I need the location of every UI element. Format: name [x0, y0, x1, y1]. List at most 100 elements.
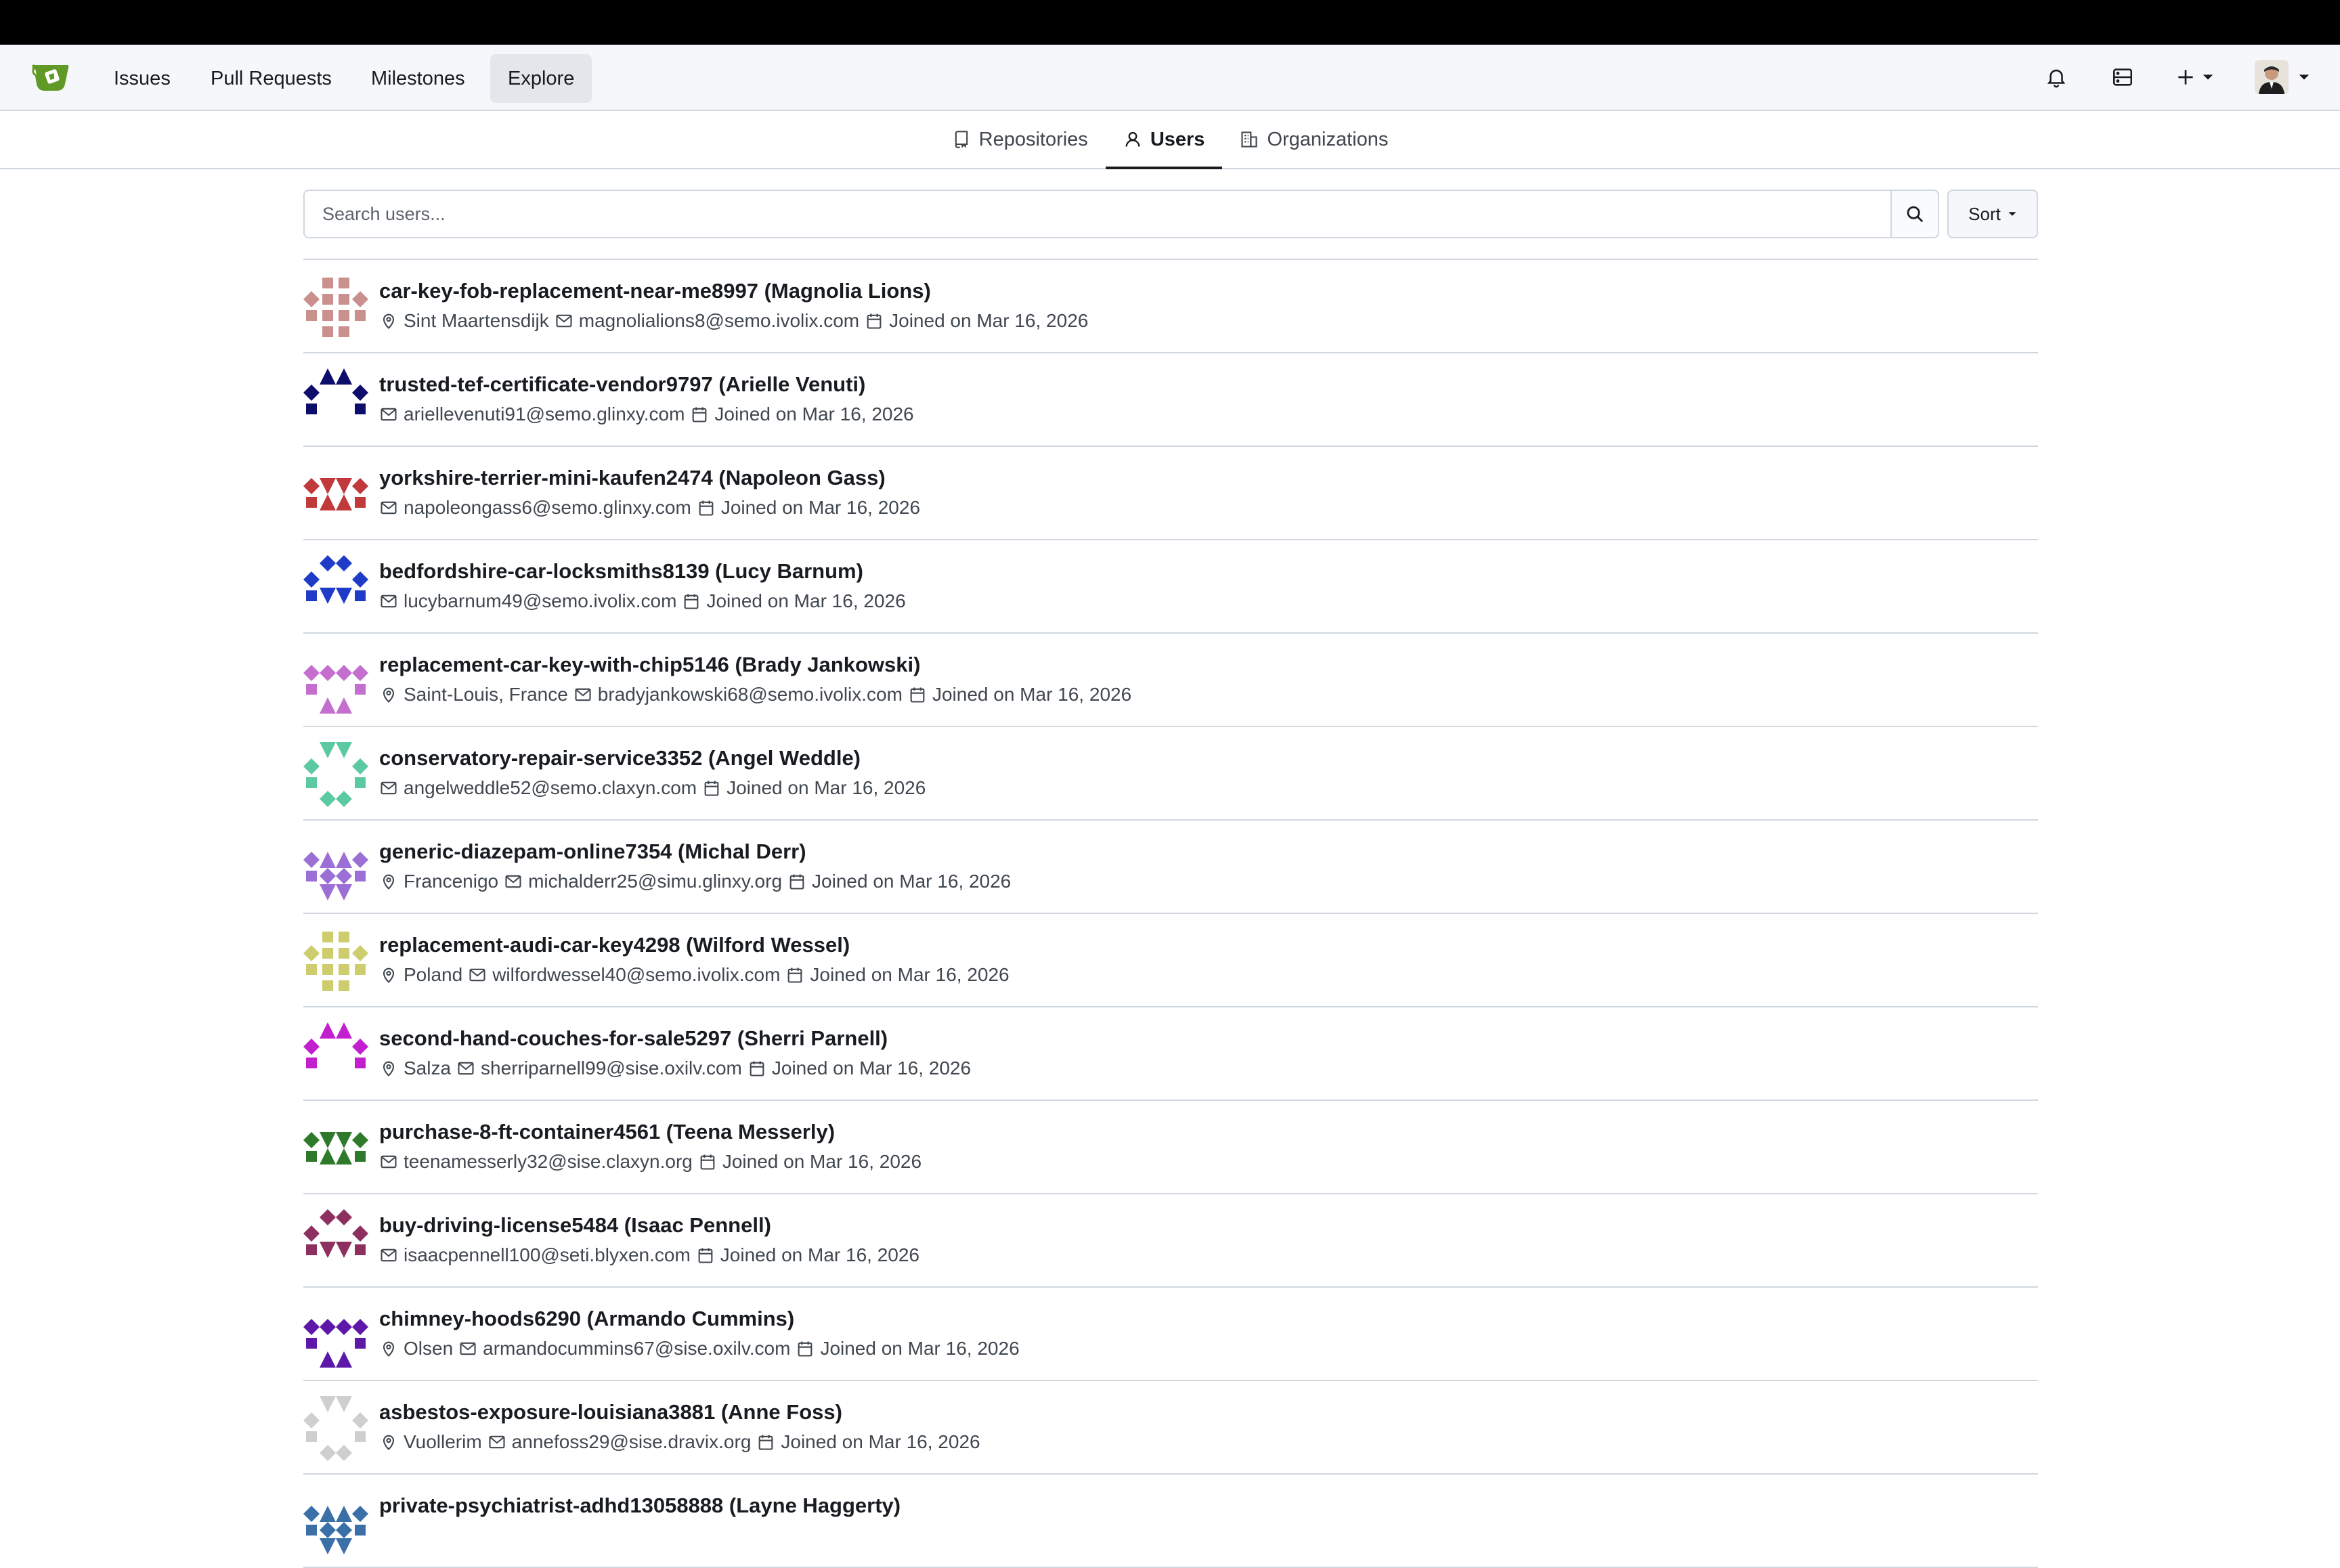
avatar[interactable] [303, 275, 368, 340]
avatar[interactable] [303, 929, 368, 994]
email-text[interactable]: bradyjankowski68@semo.ivolix.com [598, 684, 903, 705]
user-email[interactable]: bradyjankowski68@semo.ivolix.com [573, 684, 903, 705]
explore-tabs: Repositories Users Organizations [0, 111, 2340, 169]
list-item: buy-driving-license5484 (Isaac Pennell) i… [303, 1194, 2038, 1288]
list-item: car-key-fob-replacement-near-me8997 (Mag… [303, 260, 2038, 353]
user-name-link[interactable]: asbestos-exposure-louisiana3881 (Anne Fo… [379, 1400, 842, 1424]
organization-icon [1241, 131, 1257, 148]
user-name-link[interactable]: second-hand-couches-for-sale5297 (Sherri… [379, 1026, 888, 1051]
sort-dropdown[interactable]: Sort [1947, 190, 2038, 238]
email-text[interactable]: annefoss29@sise.dravix.org [512, 1431, 752, 1453]
email-text[interactable]: wilfordwessel40@semo.ivolix.com [492, 964, 780, 986]
caret-down-icon [2203, 74, 2213, 80]
avatar[interactable] [303, 835, 368, 900]
user-email[interactable]: isaacpennell100@seti.blyxen.com [379, 1244, 691, 1266]
user-email[interactable]: napoleongass6@semo.glinxy.com [379, 497, 691, 519]
top-system-bar [0, 0, 2340, 45]
avatar[interactable] [303, 742, 368, 807]
mail-icon [381, 1155, 397, 1169]
user-email[interactable]: michalderr25@simu.glinxy.org [504, 871, 782, 892]
user-joined-date: Joined on Mar 16, 2026 [696, 1244, 919, 1266]
user-email[interactable]: wilfordwessel40@semo.ivolix.com [468, 964, 780, 986]
calendar-icon [798, 1341, 812, 1357]
location-text: Salza [404, 1058, 452, 1079]
location-pin-icon [383, 874, 395, 890]
user-name-link[interactable]: car-key-fob-replacement-near-me8997 (Mag… [379, 279, 931, 303]
avatar[interactable] [303, 1116, 368, 1181]
nav-milestones-link[interactable]: Milestones [353, 54, 483, 103]
user-name-link[interactable]: chimney-hoods6290 (Armando Cummins) [379, 1307, 794, 1331]
email-text[interactable]: isaacpennell100@seti.blyxen.com [404, 1244, 691, 1266]
user-email[interactable]: armandocummins67@sise.oxilv.com [458, 1338, 790, 1359]
user-name-link[interactable]: replacement-car-key-with-chip5146 (Brady… [379, 653, 920, 677]
user-meta: Olsen armandocummins67@sise.oxilv.com Join… [379, 1338, 1025, 1359]
user-email[interactable]: magnolialions8@semo.ivolix.com [555, 310, 859, 332]
avatar[interactable] [303, 1489, 368, 1554]
caret-down-icon [2299, 74, 2310, 80]
user-name-link[interactable]: generic-diazepam-online7354 (Michal Derr… [379, 840, 806, 864]
joined-text: Joined on Mar 16, 2026 [727, 777, 926, 798]
tab-users[interactable]: Users [1105, 111, 1223, 169]
list-item: replacement-audi-car-key4298 (Wilford We… [303, 914, 2038, 1007]
avatar[interactable] [303, 1022, 368, 1087]
search-input[interactable] [303, 190, 1890, 238]
user-email[interactable]: annefoss29@sise.dravix.org [488, 1431, 752, 1453]
user-email[interactable]: lucybarnum49@semo.ivolix.com [379, 590, 676, 612]
main-navbar: Issues Pull Requests Milestones Explore [0, 45, 2340, 111]
email-text[interactable]: angelweddle52@semo.claxyn.com [404, 777, 697, 799]
mail-icon [575, 688, 591, 701]
tab-organizations[interactable]: Organizations [1222, 111, 1406, 168]
user-name-link[interactable]: trusted-tef-certificate-vendor9797 (Arie… [379, 372, 865, 397]
email-text[interactable]: armandocummins67@sise.oxilv.com [483, 1338, 790, 1359]
email-text[interactable]: magnolialions8@semo.ivolix.com [579, 310, 859, 332]
nav-issues-link[interactable]: Issues [96, 54, 188, 103]
user-email[interactable]: ariellevenuti91@semo.glinxy.com [379, 404, 685, 425]
user-joined-date: Joined on Mar 16, 2026 [796, 1338, 1020, 1359]
user-name-link[interactable]: yorkshire-terrier-mini-kaufen2474 (Napol… [379, 466, 886, 490]
search-button[interactable] [1890, 190, 1939, 238]
location-text: Olsen [404, 1338, 454, 1359]
tab-label: Users [1150, 128, 1205, 150]
avatar[interactable] [303, 368, 368, 433]
avatar[interactable] [303, 555, 368, 620]
list-item: asbestos-exposure-louisiana3881 (Anne Fo… [303, 1381, 2038, 1475]
user-email[interactable]: angelweddle52@semo.claxyn.com [379, 777, 697, 799]
location-pin-icon [383, 1061, 395, 1076]
joined-text: Joined on Mar 16, 2026 [932, 684, 1132, 705]
stopwatch-button[interactable] [2111, 45, 2134, 110]
user-joined-date: Joined on Mar 16, 2026 [908, 684, 1131, 705]
email-text[interactable]: sherriparnell99@sise.oxilv.com [481, 1058, 742, 1079]
user-name-link[interactable]: bedfordshire-car-locksmiths8139 (Lucy Ba… [379, 559, 863, 584]
mail-icon [458, 1062, 474, 1075]
avatar[interactable] [303, 1209, 368, 1274]
email-text[interactable]: ariellevenuti91@semo.glinxy.com [404, 404, 685, 425]
joined-text: Joined on Mar 16, 2026 [722, 1151, 922, 1172]
repo-icon [955, 131, 968, 148]
mail-icon [460, 1342, 476, 1355]
nav-explore-link[interactable]: Explore [490, 54, 592, 103]
user-name-link[interactable]: conservatory-repair-service3352 (Angel W… [379, 746, 861, 770]
avatar[interactable] [303, 462, 368, 527]
avatar[interactable] [303, 649, 368, 714]
tab-repositories[interactable]: Repositories [934, 111, 1106, 168]
notifications-button[interactable] [2045, 45, 2068, 110]
email-text[interactable]: michalderr25@simu.glinxy.org [528, 871, 782, 892]
email-text[interactable]: teenamesserly32@sise.claxyn.org [404, 1151, 693, 1173]
create-new-dropdown[interactable] [2175, 45, 2214, 110]
user-name-link[interactable]: buy-driving-license5484 (Isaac Pennell) [379, 1213, 771, 1238]
email-text[interactable]: napoleongass6@semo.glinxy.com [404, 497, 691, 519]
gitea-logo-icon[interactable] [30, 61, 73, 95]
nav-pull-requests-link[interactable]: Pull Requests [193, 54, 349, 103]
user-location: Francenigo [379, 871, 498, 892]
person-icon [1125, 131, 1140, 147]
user-name-link[interactable]: purchase-8-ft-container4561 (Teena Messe… [379, 1120, 835, 1144]
user-menu-dropdown[interactable] [2255, 45, 2310, 110]
avatar[interactable] [303, 1396, 368, 1461]
user-meta: lucybarnum49@semo.ivolix.com Joined on Ma… [379, 590, 911, 612]
email-text[interactable]: lucybarnum49@semo.ivolix.com [404, 590, 676, 612]
user-name-link[interactable]: replacement-audi-car-key4298 (Wilford We… [379, 933, 850, 957]
user-name-link[interactable]: private-psychiatrist-adhd13058888 (Layne… [379, 1494, 901, 1518]
avatar[interactable] [303, 1303, 368, 1368]
user-email[interactable]: sherriparnell99@sise.oxilv.com [456, 1058, 742, 1079]
user-email[interactable]: teenamesserly32@sise.claxyn.org [379, 1151, 693, 1173]
